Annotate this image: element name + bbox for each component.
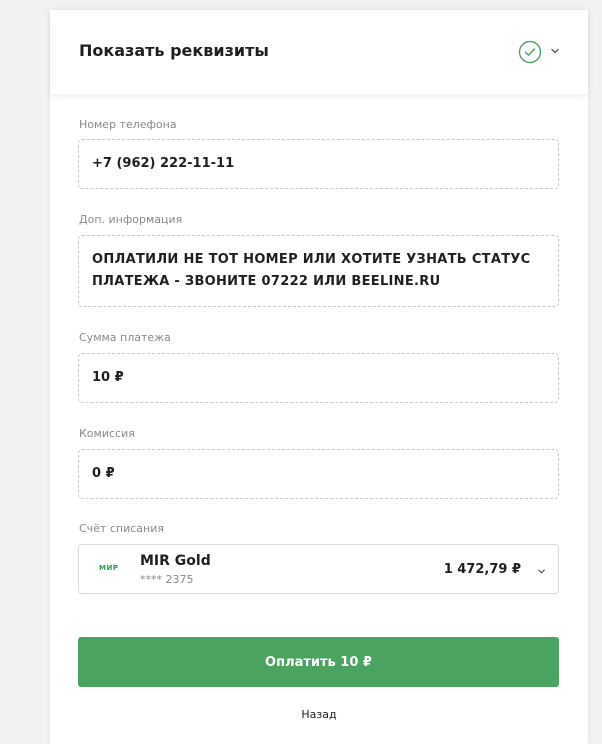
commission-field: 0 ₽ bbox=[78, 449, 559, 499]
account-label: Счёт списания bbox=[79, 522, 164, 535]
amount-value: 10 ₽ bbox=[92, 370, 124, 385]
chevron-down-icon[interactable] bbox=[536, 566, 547, 577]
amount-label: Сумма платежа bbox=[79, 331, 171, 344]
payment-card: Показать реквизиты Номер телефона +7 (96… bbox=[50, 10, 588, 744]
phone-label: Номер телефона bbox=[79, 118, 177, 131]
commission-value: 0 ₽ bbox=[92, 466, 115, 481]
info-field: ОПЛАТИЛИ НЕ ТОТ НОМЕР ИЛИ ХОТИТЕ УЗНАТЬ … bbox=[78, 235, 559, 307]
account-name: MIR Gold bbox=[140, 553, 211, 569]
account-balance: 1 472,79 ₽ bbox=[443, 562, 521, 577]
pay-button[interactable]: Оплатить 10 ₽ bbox=[78, 637, 559, 687]
check-circle-icon bbox=[518, 40, 542, 64]
mir-logo-icon: МИР bbox=[99, 564, 119, 572]
phone-field: +7 (962) 222-11-11 bbox=[78, 139, 559, 189]
amount-field: 10 ₽ bbox=[78, 353, 559, 403]
details-title: Показать реквизиты bbox=[79, 41, 269, 60]
account-number: **** 2375 bbox=[140, 573, 194, 586]
info-line-2: ПЛАТЕЖА - ЗВОНИТЕ 07222 ИЛИ BEELINE.RU bbox=[92, 274, 441, 289]
info-line-1: ОПЛАТИЛИ НЕ ТОТ НОМЕР ИЛИ ХОТИТЕ УЗНАТЬ … bbox=[92, 252, 531, 267]
chevron-down-icon[interactable] bbox=[549, 45, 561, 57]
details-header[interactable]: Показать реквизиты bbox=[50, 10, 588, 94]
phone-value: +7 (962) 222-11-11 bbox=[92, 156, 235, 171]
back-link[interactable]: Назад bbox=[50, 708, 588, 721]
info-label: Доп. информация bbox=[79, 213, 183, 226]
commission-label: Комиссия bbox=[79, 427, 135, 440]
account-select[interactable]: МИР MIR Gold **** 2375 1 472,79 ₽ bbox=[78, 544, 559, 594]
